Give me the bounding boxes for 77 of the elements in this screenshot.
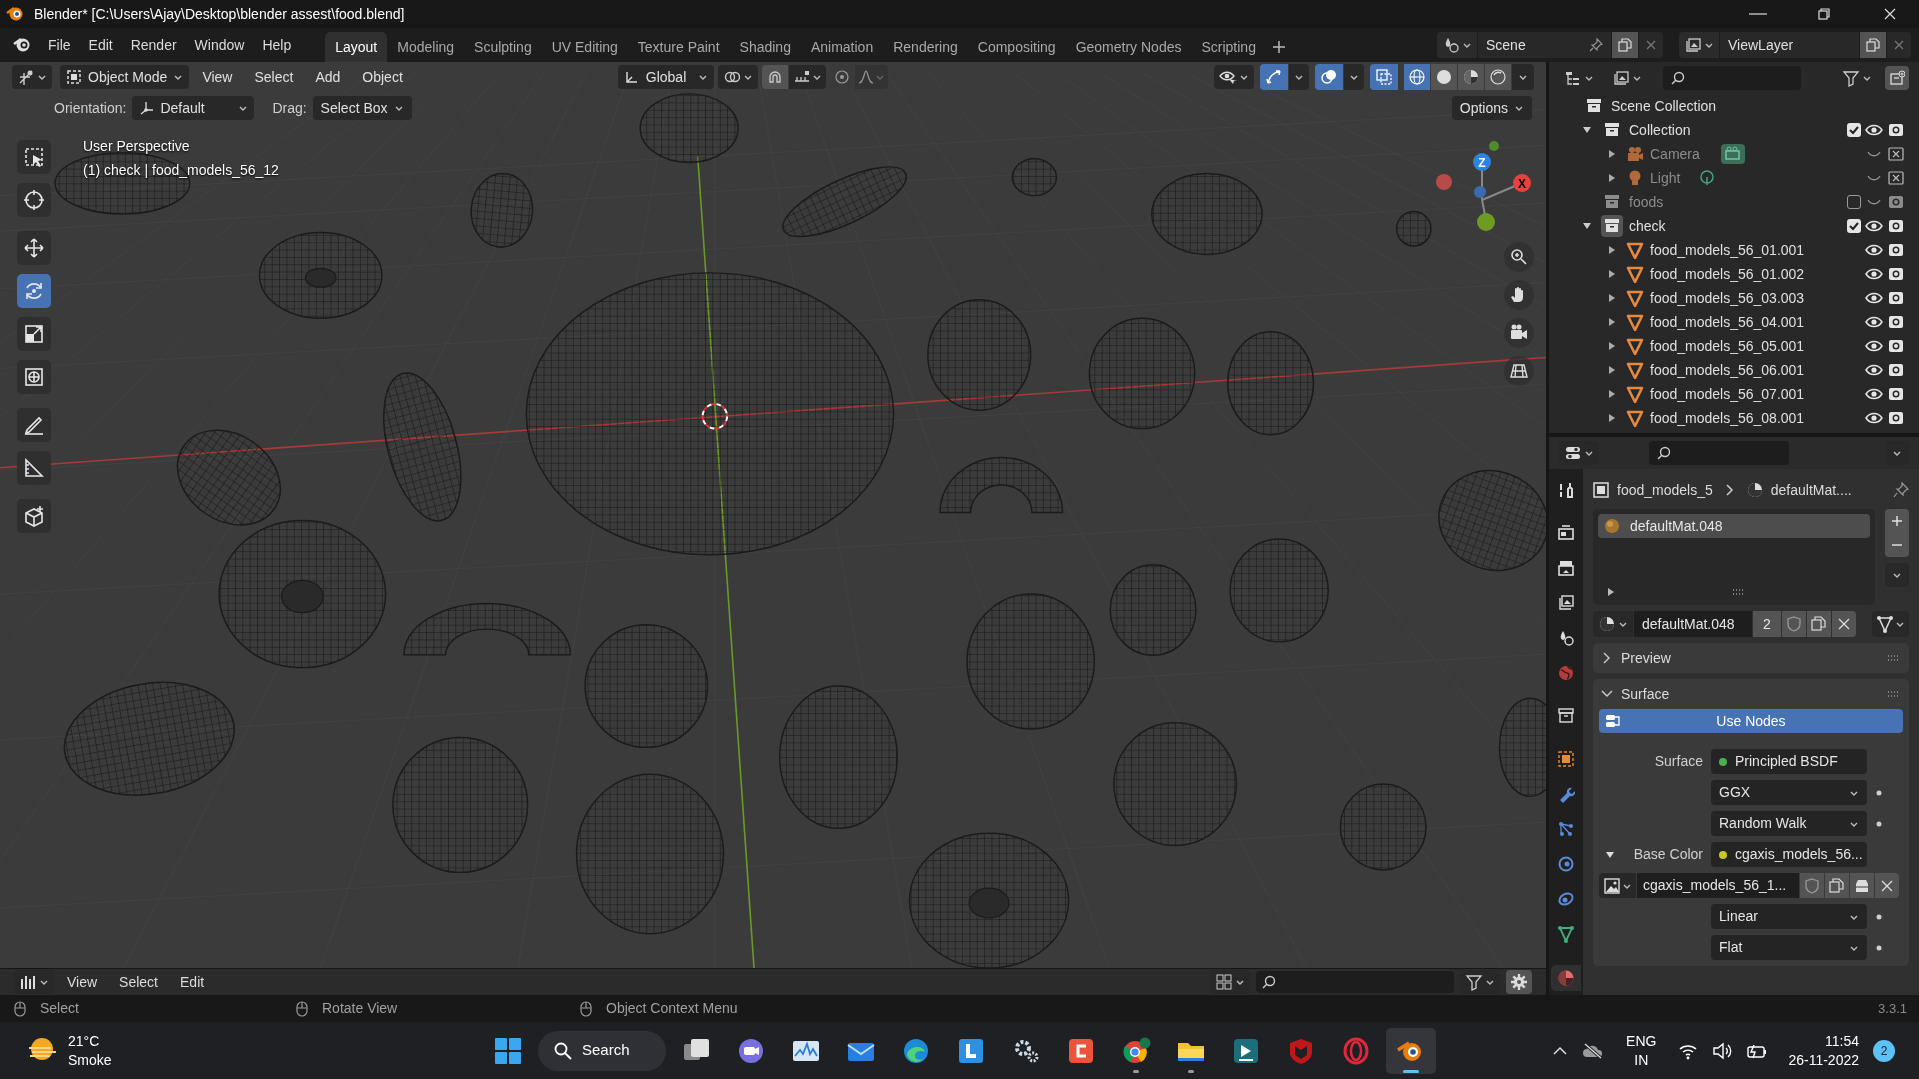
tree-item[interactable]: food_models_56_07.001 (1650, 383, 1805, 405)
workspace-tab[interactable]: Shading (729, 32, 801, 62)
workspace-tab[interactable]: Rendering (883, 32, 968, 62)
tree-item[interactable]: food_models_56_08.001 (1650, 407, 1805, 429)
menu-item[interactable]: View (193, 65, 242, 89)
tree-item[interactable]: Scene Collection (1611, 95, 1717, 117)
tree-item[interactable]: Light (1650, 167, 1681, 189)
shader-link-field[interactable]: Principled BSDF (1711, 749, 1867, 774)
shader-link-field[interactable]: cgaxis_models_56... (1711, 842, 1867, 867)
viewport-info-text: (1) check | food_models_56_12 (83, 161, 279, 180)
tree-item[interactable]: Collection (1629, 119, 1691, 141)
orientation-dropdown[interactable]: Default (132, 96, 255, 120)
viewport-info-text: User Perspective (83, 137, 191, 156)
panel-header[interactable]: Preview (1593, 643, 1909, 673)
tree-item[interactable]: food_models_56_04.001 (1650, 311, 1805, 333)
menu-item[interactable]: Edit (171, 971, 214, 993)
menu-item[interactable]: Object (353, 65, 412, 89)
workspace-tab[interactable]: Compositing (967, 32, 1066, 62)
workspace-tab[interactable]: Texture Paint (627, 32, 730, 62)
panel-header[interactable]: Surface (1593, 679, 1909, 709)
workspace-tab[interactable]: Geometry Nodes (1065, 32, 1192, 62)
menu-item[interactable]: Window (186, 30, 253, 60)
material-slot[interactable]: defaultMat.048 (1598, 514, 1870, 538)
menu-item[interactable]: Select (110, 971, 167, 993)
field-label: Base Color (1633, 845, 1703, 864)
language-indicator[interactable]: ENG IN (1626, 1031, 1657, 1070)
use-nodes-button[interactable]: Use Nodes (1599, 709, 1903, 733)
field-label: Drag: (272, 98, 307, 118)
temperature-text: 21°C (68, 1031, 101, 1051)
view-layer-field[interactable]: ViewLayer (1720, 32, 1859, 58)
workspace-tab[interactable]: Animation (800, 32, 884, 62)
tree-item[interactable]: Camera (1650, 143, 1700, 165)
transform-orientation-dropdown[interactable]: Global (617, 65, 714, 89)
scene-name-field[interactable]: Scene (1478, 32, 1611, 58)
dropdown[interactable]: GGX (1711, 780, 1867, 805)
status-hint: Object Context Menu (606, 999, 738, 1018)
options-dropdown[interactable]: Options (1451, 96, 1532, 120)
dropdown[interactable]: Linear (1711, 904, 1867, 929)
tree-item[interactable]: food_models_56_05.001 (1650, 335, 1805, 357)
tree-item[interactable]: foods (1629, 191, 1664, 213)
clock[interactable]: 11:54 26-11-2022 (1788, 1031, 1859, 1070)
dropdown[interactable]: Flat (1711, 935, 1867, 960)
menu-item[interactable]: File (40, 30, 79, 60)
version-label: 3.3.1 (1878, 999, 1907, 1018)
dropdown[interactable]: Random Walk (1711, 811, 1867, 836)
window-title: Blender* [C:\Users\Ajay\Desktop\blender assest\food.blend] (34, 4, 406, 24)
menu-item[interactable]: Help (254, 30, 300, 60)
navigation-gizmo[interactable]: Z X (1424, 134, 1536, 234)
tree-item[interactable]: food_models_56_01.001 (1650, 239, 1805, 261)
drag-dropdown[interactable]: Select Box (312, 96, 412, 120)
image-name-field[interactable]: cgaxis_models_56_1... (1637, 873, 1799, 898)
menu-item[interactable]: View (58, 971, 107, 993)
field-label: Orientation: (54, 98, 127, 118)
mode-dropdown[interactable]: Object Mode (60, 65, 190, 89)
workspace-tab[interactable]: Layout (325, 32, 388, 62)
field-label: Surface (1654, 752, 1703, 771)
tree-item[interactable]: food_models_56_03.003 (1650, 287, 1805, 309)
tree-item[interactable]: check (1629, 215, 1666, 237)
tree-item[interactable]: food_models_56_06.001 (1650, 359, 1805, 381)
status-hint: Select (40, 999, 79, 1018)
workspace-tab[interactable]: Scripting (1191, 32, 1266, 62)
material-name-field[interactable]: defaultMat.048 (1634, 611, 1752, 637)
workspace-tab[interactable]: UV Editing (541, 32, 628, 62)
notification-badge[interactable]: 2 (1873, 1039, 1895, 1062)
menu-item[interactable]: Render (122, 30, 185, 60)
user-count[interactable]: 2 (1753, 611, 1781, 637)
breadcrumb-item: defaultMat.... (1770, 480, 1852, 500)
workspace-tab[interactable]: Sculpting (464, 32, 542, 62)
tree-item[interactable]: food_models_56_01.002 (1650, 263, 1805, 285)
status-hint: Rotate View (322, 999, 398, 1018)
search-button[interactable]: Search (538, 1030, 666, 1071)
workspace-tab[interactable]: Modeling (387, 32, 465, 62)
menu-item[interactable]: Edit (80, 30, 121, 60)
menu-item[interactable]: Select (245, 65, 303, 89)
weather-text: Smoke (68, 1050, 112, 1070)
breadcrumb-item: food_models_5 (1617, 480, 1713, 500)
menu-item[interactable]: Add (306, 65, 350, 89)
